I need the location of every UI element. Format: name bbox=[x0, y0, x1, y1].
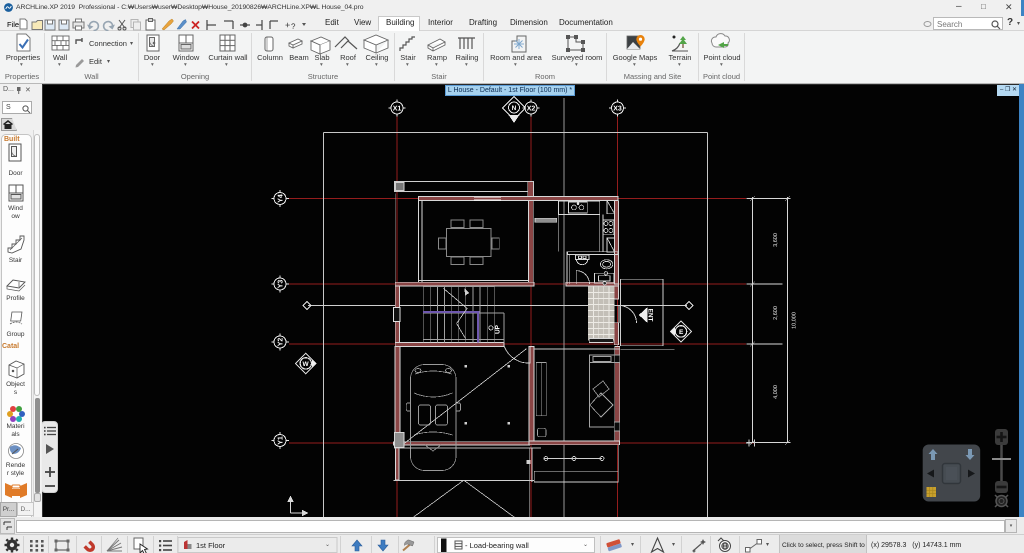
svg-text:Y3: Y3 bbox=[278, 280, 285, 289]
svg-text:3,600: 3,600 bbox=[773, 233, 779, 247]
svg-text:10,000: 10,000 bbox=[792, 312, 798, 329]
svg-text:Y4: Y4 bbox=[278, 194, 285, 203]
svg-text:Y1: Y1 bbox=[278, 436, 285, 445]
svg-text:?: ? bbox=[291, 22, 296, 31]
svg-text:W: W bbox=[303, 361, 310, 368]
svg-text:X1: X1 bbox=[393, 105, 402, 112]
svg-text:+: + bbox=[285, 20, 290, 30]
svg-text:N: N bbox=[512, 105, 517, 112]
svg-text:UP: UP bbox=[495, 324, 502, 334]
svg-text:ENT: ENT bbox=[647, 309, 654, 322]
svg-text:4,000: 4,000 bbox=[773, 385, 779, 399]
svg-text:X3: X3 bbox=[613, 105, 622, 112]
svg-text:Y2: Y2 bbox=[278, 338, 285, 347]
svg-text:X2: X2 bbox=[527, 105, 536, 112]
svg-text:E: E bbox=[679, 329, 684, 336]
svg-text:2,600: 2,600 bbox=[773, 306, 779, 320]
